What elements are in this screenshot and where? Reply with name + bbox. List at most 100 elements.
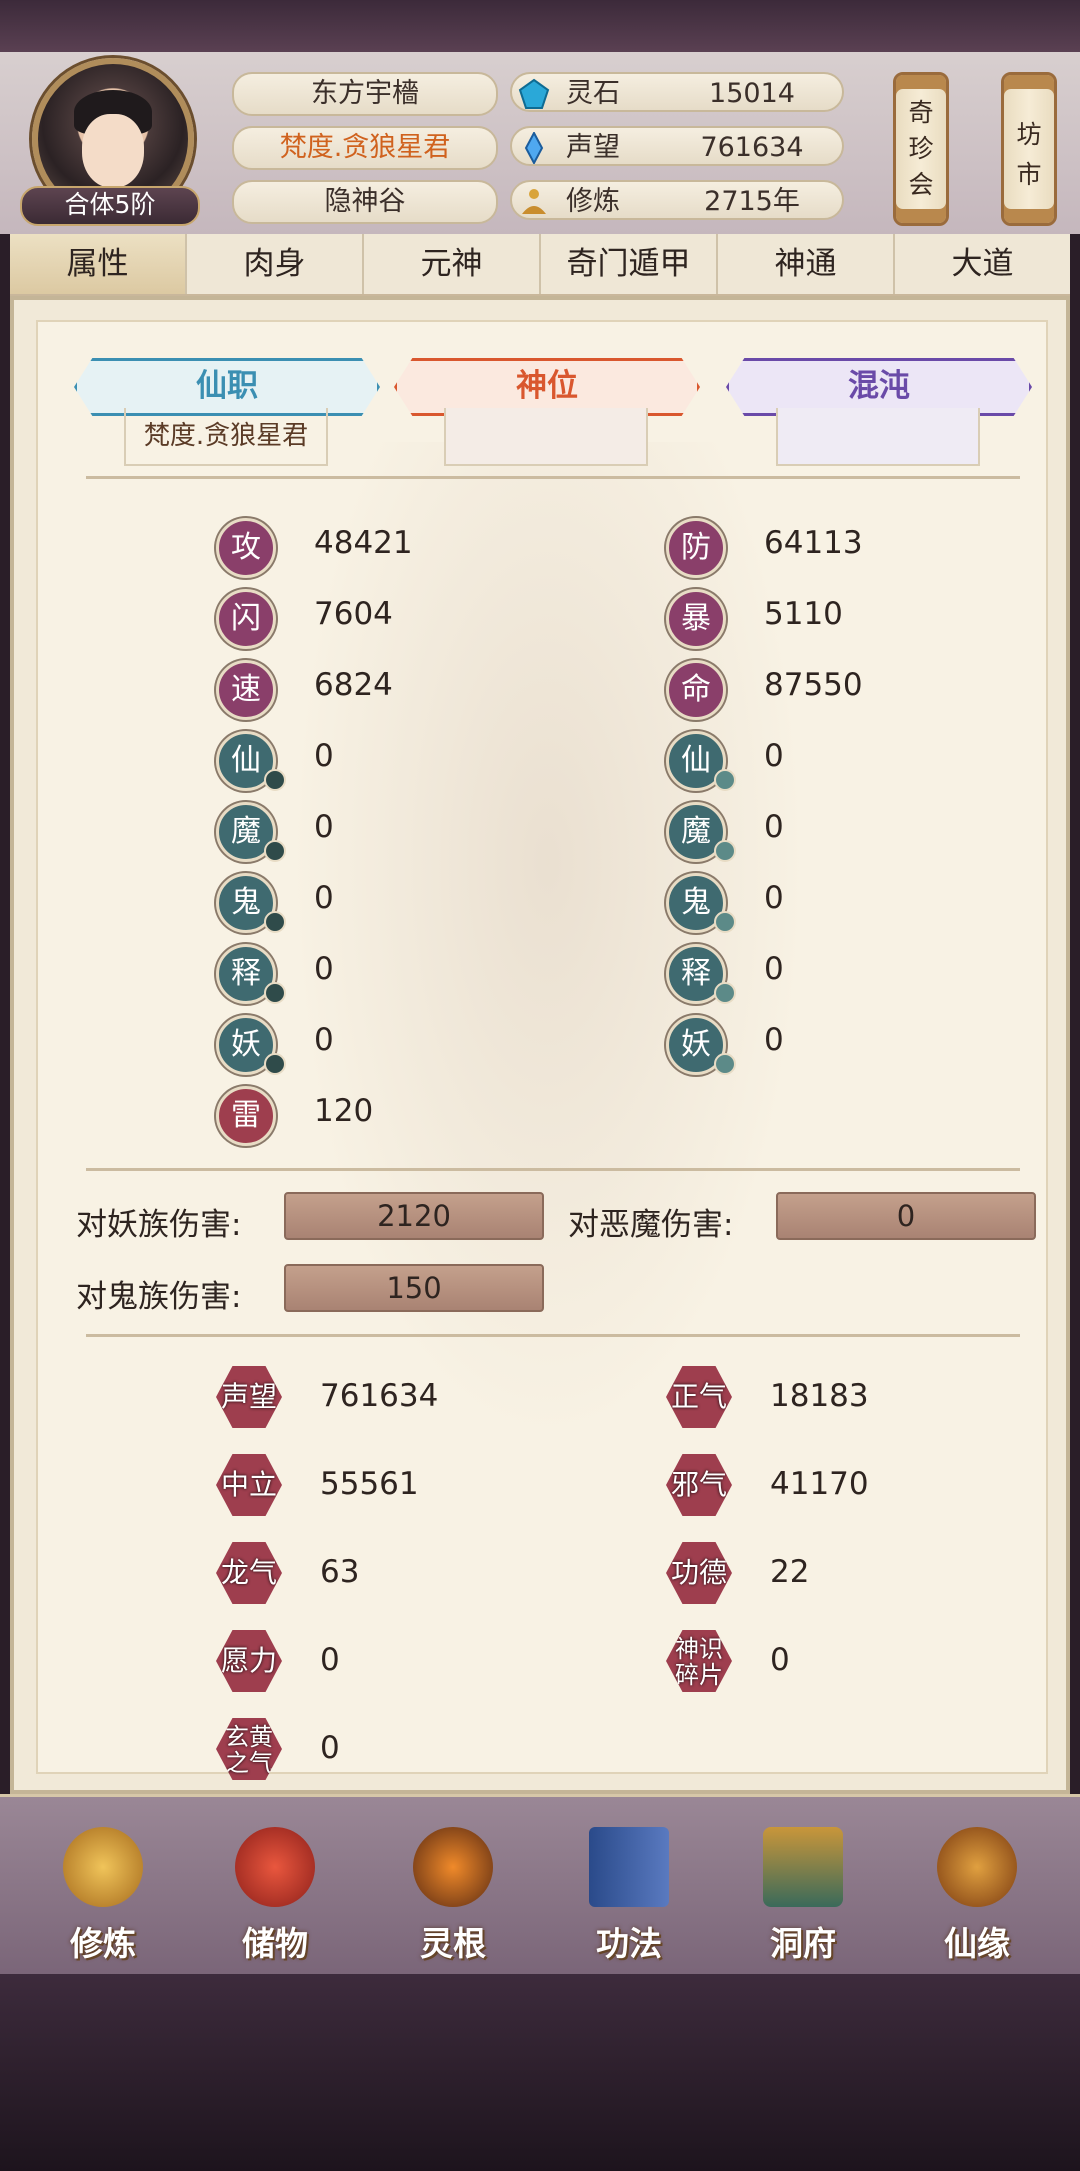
buddha-attack-value: 0 — [314, 951, 334, 987]
god-post-value — [444, 408, 648, 466]
tab-spirit[interactable]: 元神 — [364, 234, 541, 294]
dragon-qi-hex: 龙气 — [216, 1542, 282, 1604]
attack-subtype-icon — [264, 911, 286, 933]
market-char-1: 坊 — [1016, 120, 1042, 149]
divine-sense-shard-value: 0 — [770, 1642, 790, 1678]
nav-technique[interactable]: 功法 — [564, 1817, 694, 1967]
nav-fate[interactable]: 仙缘 — [912, 1817, 1042, 1967]
vs-yao-label: 对妖族伤害: — [76, 1207, 242, 1243]
resource-spirit-stone: 灵石 15014 — [510, 72, 844, 112]
speed-value: 6824 — [314, 667, 393, 703]
nav-spirit-root[interactable]: 灵根 — [388, 1817, 518, 1967]
yao-attack-value: 0 — [314, 1022, 334, 1058]
dodge-value: 7604 — [314, 596, 393, 632]
divider — [86, 1168, 1020, 1171]
attribute-tabs: 属性 肉身 元神 奇门遁甲 神通 大道 — [10, 234, 1070, 297]
willpower-value: 0 — [320, 1642, 340, 1678]
resource-value: 2715年 — [704, 186, 800, 217]
shield-subtype-icon — [714, 1053, 736, 1075]
resource-prestige: 声望 761634 — [510, 126, 844, 166]
treasure-fair-char-3: 会 — [908, 170, 934, 199]
player-header: 合体5阶 东方宇檣 梵度.贪狼星君 隐神谷 灵石 15014 声望 761634… — [0, 52, 1080, 234]
player-name: 东方宇檣 — [232, 72, 498, 116]
merit-hex: 功德 — [666, 1542, 732, 1604]
attack-subtype-icon — [264, 1053, 286, 1075]
speed-icon: 速 — [216, 660, 276, 720]
realm-badge: 合体5阶 — [20, 186, 200, 226]
technique-book-icon — [589, 1827, 669, 1907]
righteous-qi-value: 18183 — [770, 1378, 869, 1414]
attack-subtype-icon — [264, 982, 286, 1004]
attributes-panel: 仙职 梵度.贪狼星君 神位 混沌 攻 48421 闪 7604 速 6824 仙… — [10, 296, 1070, 1794]
market-char-2: 市 — [1016, 160, 1042, 189]
nav-storage[interactable]: 储物 — [210, 1817, 340, 1967]
xuanhuang-qi-hex: 玄黄之气 — [216, 1718, 282, 1780]
vs-demon-value: 0 — [776, 1192, 1036, 1240]
ghost-defense-value: 0 — [764, 880, 784, 916]
cultivator-icon — [63, 1827, 143, 1907]
prestige-value: 761634 — [320, 1378, 439, 1414]
treasure-fair-char-1: 奇 — [908, 98, 934, 127]
defense-icon: 防 — [666, 518, 726, 578]
ghost-attack-value: 0 — [314, 880, 334, 916]
evil-qi-value: 41170 — [770, 1466, 869, 1502]
top-decorative-band — [0, 0, 1080, 52]
nav-cultivate[interactable]: 修炼 — [38, 1817, 168, 1967]
immortal-post-value: 梵度.贪狼星君 — [124, 408, 328, 466]
tab-qimen[interactable]: 奇门遁甲 — [541, 234, 718, 294]
shield-subtype-icon — [714, 840, 736, 862]
footer-background — [0, 1974, 1080, 2171]
resource-value: 15014 — [709, 78, 795, 109]
immortal-attack-value: 0 — [314, 738, 334, 774]
player-sect: 隐神谷 — [232, 180, 498, 224]
nav-label: 仙缘 — [944, 1924, 1010, 1963]
resource-cultivation: 修炼 2715年 — [510, 180, 844, 220]
vs-ghost-value: 150 — [284, 1264, 544, 1312]
willpower-hex: 愿力 — [216, 1630, 282, 1692]
nav-label: 灵根 — [420, 1924, 486, 1963]
divider — [86, 476, 1020, 479]
divine-sense-shard-hex: 神识碎片 — [666, 1630, 732, 1692]
yao-defense-value: 0 — [764, 1022, 784, 1058]
demon-defense-value: 0 — [764, 809, 784, 845]
defense-value: 64113 — [764, 525, 863, 561]
nav-cave[interactable]: 洞府 — [738, 1817, 868, 1967]
market-button[interactable]: 坊 市 — [1001, 72, 1057, 226]
tab-attributes[interactable]: 属性 — [10, 234, 187, 294]
storage-bag-icon — [235, 1827, 315, 1907]
nav-label: 储物 — [242, 1924, 308, 1963]
tab-divine-powers[interactable]: 神通 — [718, 234, 895, 294]
chaos-value — [776, 408, 980, 466]
tab-dao[interactable]: 大道 — [895, 234, 1070, 294]
attack-subtype-icon — [264, 840, 286, 862]
vs-yao-value: 2120 — [284, 1192, 544, 1240]
vs-demon-label: 对恶魔伤害: — [568, 1207, 734, 1243]
crit-icon: 暴 — [666, 589, 726, 649]
treasure-fair-button[interactable]: 奇 珍 会 — [893, 72, 949, 226]
thunder-icon: 雷 — [216, 1086, 276, 1146]
crit-value: 5110 — [764, 596, 843, 632]
buddha-defense-value: 0 — [764, 951, 784, 987]
neutral-value: 55561 — [320, 1466, 419, 1502]
bottom-nav: 修炼 储物 灵根 功法 洞府 仙缘 — [0, 1794, 1080, 1977]
attack-value: 48421 — [314, 525, 413, 561]
resource-value: 761634 — [700, 132, 804, 163]
thunder-value: 120 — [314, 1093, 374, 1129]
dragon-qi-value: 63 — [320, 1554, 360, 1590]
immortal-defense-value: 0 — [764, 738, 784, 774]
vs-ghost-label: 对鬼族伤害: — [76, 1279, 242, 1315]
attack-icon: 攻 — [216, 518, 276, 578]
tab-body[interactable]: 肉身 — [187, 234, 364, 294]
spirit-root-icon — [413, 1827, 493, 1907]
dodge-icon: 闪 — [216, 589, 276, 649]
xuanhuang-qi-value: 0 — [320, 1730, 340, 1766]
attributes-inner: 仙职 梵度.贪狼星君 神位 混沌 攻 48421 闪 7604 速 6824 仙… — [36, 320, 1048, 1780]
gourd-icon — [937, 1827, 1017, 1907]
treasure-fair-char-2: 珍 — [908, 134, 934, 163]
demon-attack-value: 0 — [314, 809, 334, 845]
cave-dwelling-icon — [763, 1827, 843, 1907]
shield-subtype-icon — [714, 982, 736, 1004]
hp-value: 87550 — [764, 667, 863, 703]
hp-icon: 命 — [666, 660, 726, 720]
merit-value: 22 — [770, 1554, 810, 1590]
